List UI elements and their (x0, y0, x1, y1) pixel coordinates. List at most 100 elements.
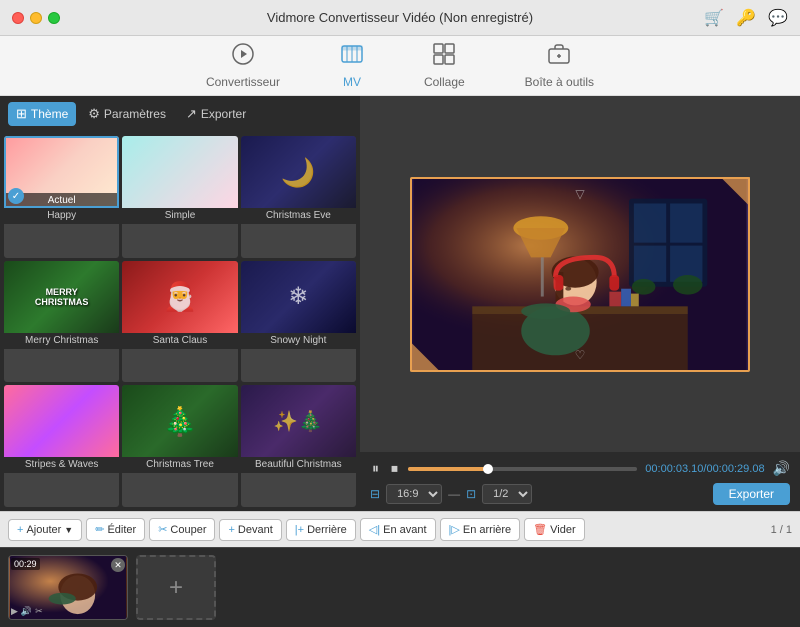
close-button[interactable] (12, 12, 24, 24)
theme-label-stripes-waves: Stripes & Waves (4, 457, 119, 473)
ratio-controls: ⊟ 16:9 — ⊡ 1/2 (370, 484, 532, 504)
timeline-clip[interactable]: ✕ 00:29 ▶ 🔊 ✂ (8, 555, 128, 620)
add-icon: + (17, 524, 23, 536)
add-clip-button[interactable]: + (136, 555, 216, 620)
nav-boite-outils[interactable]: Boîte à outils (515, 38, 604, 93)
main-content: ⊞ Thème ⚙ Paramètres ↗ Exporter Actuel ✓… (0, 96, 800, 511)
top-navigation: Convertisseur MV Collage (0, 36, 800, 96)
theme-item-happy[interactable]: Actuel ✓ Happy (4, 136, 119, 258)
theme-thumb-merry-christmas: MERRYCHRISTMAS (4, 261, 119, 333)
theme-label-merry-christmas: Merry Christmas (4, 333, 119, 349)
en-avant-label: En avant (383, 524, 426, 536)
collage-icon (432, 42, 456, 72)
theme-item-stripes-waves[interactable]: Stripes & Waves (4, 385, 119, 507)
theme-item-beautiful-christmas[interactable]: ✨🎄 Beautiful Christmas (241, 385, 356, 507)
aspect-ratio-icon: ⊟ (370, 487, 380, 501)
theme-item-snowy-night[interactable]: ❄ Snowy Night (241, 261, 356, 383)
tab-parametres-label: Paramètres (104, 107, 166, 121)
nav-mv[interactable]: MV (330, 38, 374, 93)
theme-grid: Actuel ✓ Happy Simple 🌙 Christmas Eve (0, 132, 360, 511)
export-button[interactable]: Exporter (713, 483, 790, 505)
theme-item-christmas-eve[interactable]: 🌙 Christmas Eve (241, 136, 356, 258)
titlebar-actions: 🛒 🔑 💬 (704, 8, 788, 28)
theme-label-simple: Simple (122, 208, 237, 224)
nav-mv-label: MV (343, 75, 361, 89)
theme-item-simple[interactable]: Simple (122, 136, 237, 258)
titlebar: Vidmore Convertisseur Vidéo (Non enregis… (0, 0, 800, 36)
en-arriere-button[interactable]: |▷ En arrière (440, 518, 521, 541)
en-arriere-icon: |▷ (449, 523, 460, 536)
en-avant-icon: ◁| (369, 523, 380, 536)
devant-label: Devant (238, 524, 273, 536)
clip-close-button[interactable]: ✕ (111, 558, 125, 572)
theme-item-santa-claus[interactable]: 🎅 Santa Claus (122, 261, 237, 383)
theme-thumb-christmas-tree: 🎄 (122, 385, 237, 457)
message-icon[interactable]: 💬 (768, 8, 788, 28)
theme-thumb-christmas-eve: 🌙 (241, 136, 356, 208)
ratio-select[interactable]: 16:9 (386, 484, 442, 504)
theme-item-merry-christmas[interactable]: MERRYCHRISTMAS Merry Christmas (4, 261, 119, 383)
theme-item-christmas-tree[interactable]: 🎄 Christmas Tree (122, 385, 237, 507)
add-chevron-icon: ▼ (64, 525, 73, 535)
derriere-icon: |+ (295, 524, 304, 536)
vider-label: Vider (550, 524, 575, 536)
cut-clip-icon: ✂ (35, 606, 43, 617)
stop-button[interactable]: ⏹ (389, 458, 400, 479)
theme-label-snowy-night: Snowy Night (241, 333, 356, 349)
minimize-button[interactable] (30, 12, 42, 24)
mv-icon (340, 42, 364, 72)
volume-icon[interactable]: 🔊 (773, 460, 790, 477)
speed-select[interactable]: 1/2 (482, 484, 532, 504)
theme-thumb-snowy-night: ❄ (241, 261, 356, 333)
tab-theme[interactable]: ⊞ Thème (8, 102, 76, 126)
en-arriere-label: En arrière (463, 524, 511, 536)
controls-row2: ⊟ 16:9 — ⊡ 1/2 Exporter (370, 483, 790, 505)
theme-label-santa-claus: Santa Claus (122, 333, 237, 349)
progress-fill (408, 467, 488, 471)
add-button[interactable]: + Ajouter ▼ (8, 519, 82, 541)
clip-duration: 00:29 (11, 558, 40, 570)
progress-thumb (483, 464, 493, 474)
devant-button[interactable]: + Devant (219, 519, 281, 541)
maximize-button[interactable] (48, 12, 60, 24)
edit-label: Éditer (107, 524, 136, 536)
app-title: Vidmore Convertisseur Vidéo (Non enregis… (267, 10, 533, 25)
theme-label-christmas-eve: Christmas Eve (241, 208, 356, 224)
playback-controls: ⏸ ⏹ 00:00:03.10/00:00:29.08 🔊 (370, 458, 790, 479)
selected-check: ✓ (8, 188, 24, 204)
audio-clip-icon: 🔊 (21, 606, 32, 617)
add-label: Ajouter (26, 524, 61, 536)
vider-button[interactable]: 🗑 Vider (524, 518, 584, 541)
tab-exporter[interactable]: ↗ Exporter (178, 102, 254, 126)
nav-convertisseur[interactable]: Convertisseur (196, 38, 290, 93)
cut-icon: ✂ (158, 523, 167, 536)
video-preview: ▽ ♡ (360, 96, 800, 452)
tab-theme-label: Thème (31, 107, 68, 121)
bottom-toolbar: + Ajouter ▼ ✏ Éditer ✂ Couper + Devant |… (0, 511, 800, 547)
user-icon[interactable]: 🔑 (736, 8, 756, 28)
timeline: ✕ 00:29 ▶ 🔊 ✂ + (0, 547, 800, 627)
panel-tabs: ⊞ Thème ⚙ Paramètres ↗ Exporter (0, 96, 360, 132)
nav-collage[interactable]: Collage (414, 38, 475, 93)
cart-icon[interactable]: 🛒 (704, 8, 724, 28)
en-avant-button[interactable]: ◁| En avant (360, 518, 436, 541)
parametres-tab-icon: ⚙ (88, 106, 100, 122)
edit-icon: ✏ (95, 523, 104, 536)
theme-tab-icon: ⊞ (16, 106, 27, 122)
nav-boite-outils-label: Boîte à outils (525, 75, 594, 89)
progress-bar[interactable] (408, 467, 637, 471)
play-clip-icon: ▶ (11, 606, 18, 617)
exporter-tab-icon: ↗ (186, 106, 197, 122)
theme-label-happy: Happy (4, 208, 119, 224)
pause-button[interactable]: ⏸ (370, 458, 381, 479)
speed-icon: ⊡ (466, 487, 476, 501)
edit-button[interactable]: ✏ Éditer (86, 518, 145, 541)
tab-exporter-label: Exporter (201, 107, 246, 121)
cut-button[interactable]: ✂ Couper (149, 518, 215, 541)
derriere-button[interactable]: |+ Derrière (286, 519, 356, 541)
page-indicator: 1 / 1 (771, 524, 792, 536)
theme-thumb-beautiful-christmas: ✨🎄 (241, 385, 356, 457)
time-display: 00:00:03.10/00:00:29.08 (645, 463, 764, 475)
derriere-label: Derrière (307, 524, 347, 536)
tab-parametres[interactable]: ⚙ Paramètres (80, 102, 174, 126)
